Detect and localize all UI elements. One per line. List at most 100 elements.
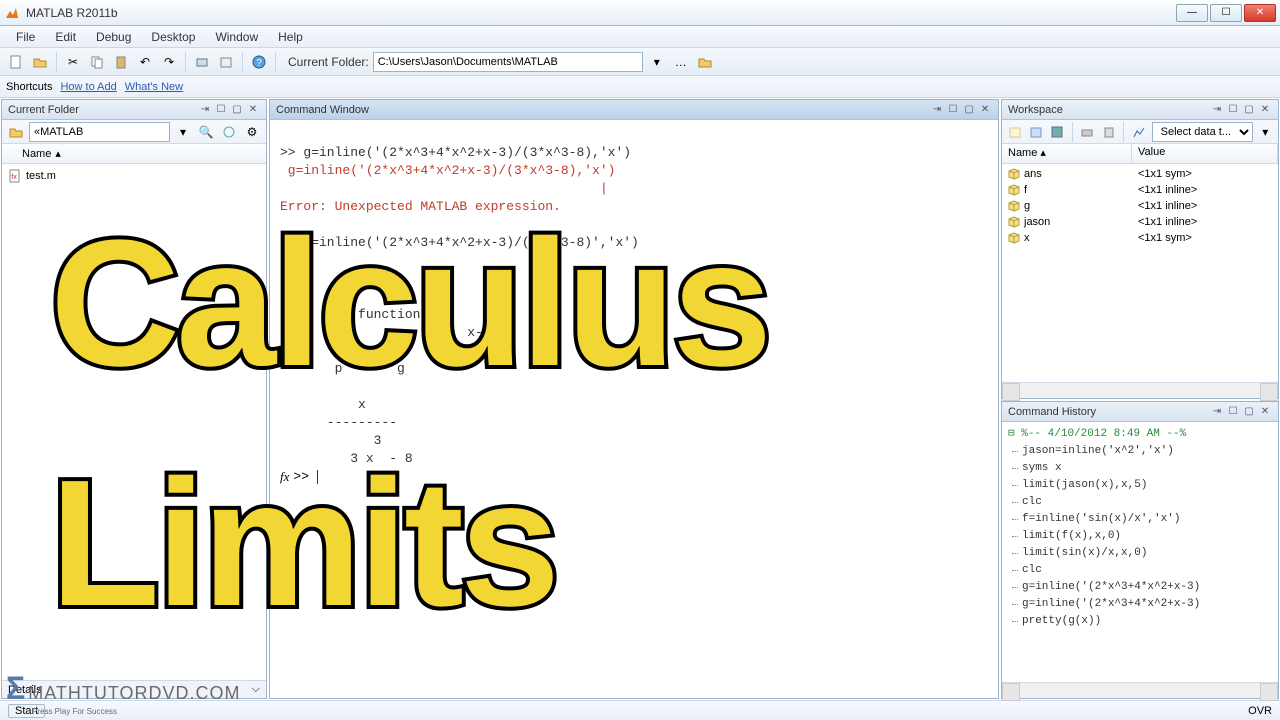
panel-close-icon[interactable]: ✕ <box>1258 103 1272 117</box>
folder-icon[interactable] <box>6 122 26 142</box>
panel-close-icon[interactable]: ✕ <box>978 103 992 117</box>
history-entry[interactable]: clc <box>1008 494 1272 511</box>
maximize-button[interactable]: ☐ <box>1210 4 1242 22</box>
watermark: ΣMATHTUTORDVD.COM Press Play For Success <box>6 670 241 716</box>
variable-icon <box>1008 232 1020 244</box>
command-history-title: Command History <box>1008 406 1096 418</box>
panel-maximize-icon[interactable]: ▢ <box>962 103 976 117</box>
cf-location[interactable]: « MATLAB <box>29 122 170 142</box>
window-titlebar: MATLAB R2011b — ☐ ✕ <box>0 0 1280 26</box>
panel-undock-icon[interactable]: ☐ <box>214 103 228 117</box>
horizontal-scrollbar[interactable] <box>1002 682 1278 698</box>
open-icon[interactable] <box>30 52 50 72</box>
menu-file[interactable]: File <box>6 28 45 46</box>
panel-close-icon[interactable]: ✕ <box>1258 405 1272 419</box>
history-entry[interactable]: pretty(g(x)) <box>1008 613 1272 630</box>
workspace-panel: Workspace ⇥ ☐ ▢ ✕ Select data t... ▾ <box>1001 99 1279 399</box>
cf-search-icon[interactable]: 🔍 <box>196 122 216 142</box>
history-entry[interactable]: limit(jason(x),x,5) <box>1008 477 1272 494</box>
ws-import-icon[interactable] <box>1027 122 1044 142</box>
panel-undock-icon[interactable]: ☐ <box>946 103 960 117</box>
fx-icon[interactable]: fx <box>280 468 289 486</box>
workspace-body: ans<1x1 sym>f<1x1 inline>g<1x1 inline>ja… <box>1002 164 1278 382</box>
command-history-body[interactable]: ⊟ %-- 4/10/2012 8:49 AM --% jason=inline… <box>1002 422 1278 682</box>
cf-dropdown-icon[interactable]: ▾ <box>173 122 193 142</box>
menu-window[interactable]: Window <box>205 28 268 46</box>
history-entry[interactable]: g=inline('(2*x^3+4*x^2+x-3) <box>1008 596 1272 613</box>
shortcuts-howto[interactable]: How to Add <box>60 81 116 93</box>
ws-select-data[interactable]: Select data t... <box>1152 122 1253 142</box>
panel-maximize-icon[interactable]: ▢ <box>1242 103 1256 117</box>
simulink-icon[interactable] <box>192 52 212 72</box>
history-entry[interactable]: syms x <box>1008 460 1272 477</box>
panel-maximize-icon[interactable]: ▢ <box>1242 405 1256 419</box>
guide-icon[interactable] <box>216 52 236 72</box>
folder-dropdown-icon[interactable]: ▾ <box>647 52 667 72</box>
history-entry[interactable]: limit(sin(x)/x,x,0) <box>1008 545 1272 562</box>
close-button[interactable]: ✕ <box>1244 4 1276 22</box>
shortcuts-whatsnew[interactable]: What's New <box>125 81 183 93</box>
panel-maximize-icon[interactable]: ▢ <box>230 103 244 117</box>
cf-gear-icon[interactable]: ⚙ <box>242 122 262 142</box>
workspace-variable-row[interactable]: f<1x1 inline> <box>1002 182 1278 198</box>
mfile-icon: fx <box>8 169 22 183</box>
history-entry[interactable]: g=inline('(2*x^3+4*x^2+x-3) <box>1008 579 1272 596</box>
horizontal-scrollbar[interactable] <box>1002 382 1278 398</box>
cut-icon[interactable]: ✂ <box>63 52 83 72</box>
workspace-title: Workspace <box>1008 104 1063 116</box>
variable-icon <box>1008 168 1020 180</box>
ws-value-header[interactable]: Value <box>1132 144 1278 163</box>
command-window-body[interactable]: >> g=inline('(2*x^3+4*x^2+x-3)/(3*x^3-8)… <box>270 120 998 698</box>
details-chevron-icon[interactable]: ⌵ <box>252 683 260 696</box>
ws-delete-icon[interactable] <box>1100 122 1117 142</box>
menu-debug[interactable]: Debug <box>86 28 141 46</box>
current-folder-input[interactable] <box>373 52 643 72</box>
shortcuts-label: Shortcuts <box>6 81 52 93</box>
history-entry[interactable]: clc <box>1008 562 1272 579</box>
paste-icon[interactable] <box>111 52 131 72</box>
minimize-button[interactable]: — <box>1176 4 1208 22</box>
current-folder-panel: Current Folder ⇥ ☐ ▢ ✕ « MATLAB ▾ 🔍 ⚙ Na… <box>1 99 267 699</box>
variable-icon <box>1008 216 1020 228</box>
ws-plot-icon[interactable] <box>1130 122 1147 142</box>
ws-print-icon[interactable] <box>1079 122 1096 142</box>
ws-save-icon[interactable] <box>1049 122 1066 142</box>
window-title: MATLAB R2011b <box>26 6 1176 20</box>
main-toolbar: ✂ ↶ ↷ ? Current Folder: ▾ … <box>0 48 1280 76</box>
menu-help[interactable]: Help <box>268 28 313 46</box>
new-icon[interactable] <box>6 52 26 72</box>
go-up-folder-icon[interactable] <box>695 52 715 72</box>
history-entry[interactable]: f=inline('sin(x)/x','x') <box>1008 511 1272 528</box>
menu-desktop[interactable]: Desktop <box>141 28 205 46</box>
workspace-variable-row[interactable]: g<1x1 inline> <box>1002 198 1278 214</box>
undo-icon[interactable]: ↶ <box>135 52 155 72</box>
svg-text:fx: fx <box>11 174 17 181</box>
panel-dock-icon[interactable]: ⇥ <box>1210 405 1224 419</box>
ws-new-icon[interactable] <box>1006 122 1023 142</box>
workspace-variable-row[interactable]: jason<1x1 inline> <box>1002 214 1278 230</box>
menu-bar: File Edit Debug Desktop Window Help <box>0 26 1280 48</box>
current-folder-title: Current Folder <box>8 104 79 116</box>
cf-find-icon[interactable] <box>219 122 239 142</box>
panel-dock-icon[interactable]: ⇥ <box>198 103 212 117</box>
workspace-variable-row[interactable]: ans<1x1 sym> <box>1002 166 1278 182</box>
command-window-title: Command Window <box>276 104 369 116</box>
sort-asc-icon[interactable]: ▴ <box>55 147 61 160</box>
cf-name-header[interactable]: Name <box>22 148 51 160</box>
panel-undock-icon[interactable]: ☐ <box>1226 103 1240 117</box>
ws-name-header[interactable]: Name <box>1008 147 1037 159</box>
ws-dropdown-icon[interactable]: ▾ <box>1257 122 1274 142</box>
browse-folder-icon[interactable]: … <box>671 52 691 72</box>
copy-icon[interactable] <box>87 52 107 72</box>
menu-edit[interactable]: Edit <box>45 28 86 46</box>
panel-dock-icon[interactable]: ⇥ <box>1210 103 1224 117</box>
history-entry[interactable]: jason=inline('x^2','x') <box>1008 443 1272 460</box>
panel-close-icon[interactable]: ✕ <box>246 103 260 117</box>
workspace-variable-row[interactable]: x<1x1 sym> <box>1002 230 1278 246</box>
panel-undock-icon[interactable]: ☐ <box>1226 405 1240 419</box>
redo-icon[interactable]: ↷ <box>159 52 179 72</box>
help-icon[interactable]: ? <box>249 52 269 72</box>
panel-dock-icon[interactable]: ⇥ <box>930 103 944 117</box>
file-row[interactable]: fx test.m <box>8 168 260 184</box>
history-entry[interactable]: limit(f(x),x,0) <box>1008 528 1272 545</box>
